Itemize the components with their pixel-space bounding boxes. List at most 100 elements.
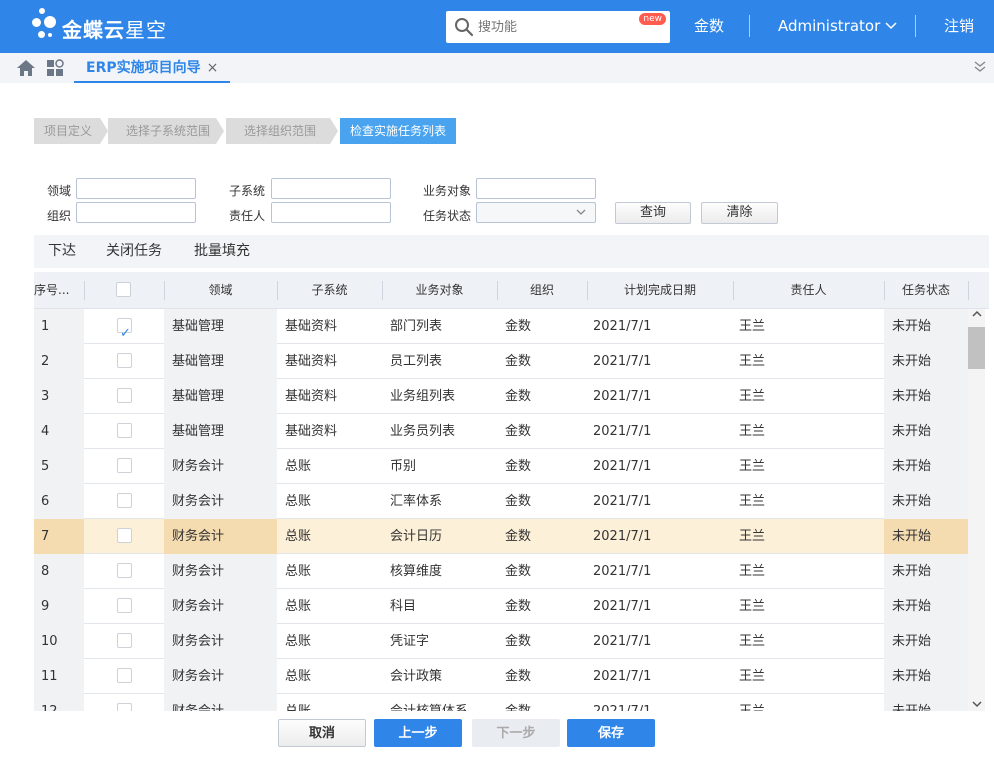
cell-date[interactable]: 2021/7/1 bbox=[587, 344, 733, 379]
cell-date[interactable]: 2021/7/1 bbox=[587, 694, 733, 711]
cell-object[interactable]: 业务组列表 bbox=[382, 379, 497, 414]
col-header-org[interactable]: 组织 bbox=[497, 272, 587, 309]
cell-object[interactable]: 科目 bbox=[382, 589, 497, 624]
cell-domain[interactable]: 财务会计 bbox=[164, 659, 277, 694]
cell-owner[interactable]: 王兰 bbox=[733, 694, 884, 711]
table-row[interactable]: 7 财务会计 总账 会计日历 金数 2021/7/1 王兰 未开始 bbox=[34, 519, 968, 554]
clear-button[interactable]: 清除 bbox=[701, 202, 778, 224]
cell-domain[interactable]: 财务会计 bbox=[164, 449, 277, 484]
issue-button[interactable]: 下达 bbox=[48, 235, 76, 268]
cancel-button[interactable]: 取消 bbox=[278, 719, 366, 747]
cell-status[interactable]: 未开始 bbox=[884, 694, 968, 711]
cell-status[interactable]: 未开始 bbox=[884, 659, 968, 694]
close-tab-icon[interactable]: × bbox=[207, 60, 219, 76]
cell-object[interactable]: 核算维度 bbox=[382, 554, 497, 589]
col-header-no[interactable]: 序号... bbox=[34, 272, 84, 309]
cell-no[interactable]: 10 bbox=[34, 624, 84, 659]
cell-subsystem[interactable]: 总账 bbox=[277, 554, 382, 589]
home-icon[interactable] bbox=[16, 59, 36, 77]
tab-erp-wizard[interactable]: ERP实施项目向导 × bbox=[74, 53, 231, 83]
cell-date[interactable]: 2021/7/1 bbox=[587, 309, 733, 344]
cell-domain[interactable]: 财务会计 bbox=[164, 589, 277, 624]
row-checkbox[interactable] bbox=[117, 598, 132, 613]
row-checkbox[interactable] bbox=[117, 528, 132, 543]
cell-org[interactable]: 金数 bbox=[497, 589, 587, 624]
cell-status[interactable]: 未开始 bbox=[884, 554, 968, 589]
cell-domain[interactable]: 财务会计 bbox=[164, 554, 277, 589]
col-header-subsystem[interactable]: 子系统 bbox=[277, 272, 382, 309]
cell-subsystem[interactable]: 基础资料 bbox=[277, 344, 382, 379]
row-checkbox[interactable] bbox=[117, 563, 132, 578]
cell-org[interactable]: 金数 bbox=[497, 344, 587, 379]
cell-domain[interactable]: 基础管理 bbox=[164, 379, 277, 414]
row-checkbox[interactable] bbox=[117, 388, 132, 403]
cell-domain[interactable]: 财务会计 bbox=[164, 519, 277, 554]
cell-status[interactable]: 未开始 bbox=[884, 519, 968, 554]
user-menu[interactable]: Administrator bbox=[778, 0, 897, 53]
scroll-up-icon[interactable] bbox=[972, 309, 982, 319]
status-select[interactable] bbox=[476, 202, 596, 223]
query-button[interactable]: 查询 bbox=[615, 202, 691, 224]
row-checkbox[interactable] bbox=[117, 633, 132, 648]
cell-date[interactable]: 2021/7/1 bbox=[587, 589, 733, 624]
table-row[interactable]: 11 财务会计 总账 会计政策 金数 2021/7/1 王兰 未开始 bbox=[34, 659, 968, 694]
cell-org[interactable]: 金数 bbox=[497, 624, 587, 659]
cell-subsystem[interactable]: 总账 bbox=[277, 659, 382, 694]
col-header-domain[interactable]: 领域 bbox=[164, 272, 277, 309]
cell-subsystem[interactable]: 总账 bbox=[277, 624, 382, 659]
search-input[interactable] bbox=[478, 17, 628, 37]
cell-domain[interactable]: 基础管理 bbox=[164, 344, 277, 379]
cell-no[interactable]: 3 bbox=[34, 379, 84, 414]
owner-field[interactable] bbox=[271, 202, 391, 223]
cell-date[interactable]: 2021/7/1 bbox=[587, 449, 733, 484]
cell-date[interactable]: 2021/7/1 bbox=[587, 624, 733, 659]
cell-no[interactable]: 1 bbox=[34, 309, 84, 344]
next-step-button[interactable]: 下一步 bbox=[472, 719, 560, 747]
scroll-thumb[interactable] bbox=[968, 327, 985, 369]
cell-owner[interactable]: 王兰 bbox=[733, 309, 884, 344]
cell-subsystem[interactable]: 总账 bbox=[277, 694, 382, 711]
cell-org[interactable]: 金数 bbox=[497, 449, 587, 484]
cell-date[interactable]: 2021/7/1 bbox=[587, 414, 733, 449]
cell-no[interactable]: 4 bbox=[34, 414, 84, 449]
col-header-date[interactable]: 计划完成日期 bbox=[587, 272, 733, 309]
cell-owner[interactable]: 王兰 bbox=[733, 624, 884, 659]
cell-object[interactable]: 会计政策 bbox=[382, 659, 497, 694]
cell-domain[interactable]: 财务会计 bbox=[164, 624, 277, 659]
cell-status[interactable]: 未开始 bbox=[884, 624, 968, 659]
cell-subsystem[interactable]: 总账 bbox=[277, 519, 382, 554]
row-checkbox[interactable] bbox=[117, 353, 132, 368]
cell-org[interactable]: 金数 bbox=[497, 309, 587, 344]
cell-org[interactable]: 金数 bbox=[497, 659, 587, 694]
select-all-checkbox[interactable] bbox=[116, 282, 131, 297]
col-header-select-all[interactable] bbox=[84, 272, 164, 309]
cell-no[interactable]: 9 bbox=[34, 589, 84, 624]
table-row[interactable]: 9 财务会计 总账 科目 金数 2021/7/1 王兰 未开始 bbox=[34, 589, 968, 624]
logout-link[interactable]: 注销 bbox=[944, 0, 974, 53]
table-row[interactable]: 4 基础管理 基础资料 业务员列表 金数 2021/7/1 王兰 未开始 bbox=[34, 414, 968, 449]
step-select-orgs[interactable]: 选择组织范围 bbox=[226, 118, 330, 144]
cell-status[interactable]: 未开始 bbox=[884, 449, 968, 484]
cell-subsystem[interactable]: 基础资料 bbox=[277, 379, 382, 414]
cell-domain[interactable]: 财务会计 bbox=[164, 694, 277, 711]
cell-owner[interactable]: 王兰 bbox=[733, 414, 884, 449]
cell-no[interactable]: 8 bbox=[34, 554, 84, 589]
cell-subsystem[interactable]: 总账 bbox=[277, 484, 382, 519]
cell-no[interactable]: 11 bbox=[34, 659, 84, 694]
org-switcher[interactable]: 金数 bbox=[694, 0, 724, 53]
cell-subsystem[interactable]: 基础资料 bbox=[277, 414, 382, 449]
cell-object[interactable]: 部门列表 bbox=[382, 309, 497, 344]
cell-no[interactable]: 7 bbox=[34, 519, 84, 554]
domain-field[interactable] bbox=[76, 178, 196, 199]
cell-owner[interactable]: 王兰 bbox=[733, 519, 884, 554]
cell-date[interactable]: 2021/7/1 bbox=[587, 379, 733, 414]
table-row[interactable]: 12 财务会计总账会计核算体系金数2021/7/1王兰未开始 bbox=[34, 694, 968, 711]
biz-object-field[interactable] bbox=[476, 178, 596, 199]
table-row[interactable]: 10 财务会计 总账 凭证字 金数 2021/7/1 王兰 未开始 bbox=[34, 624, 968, 659]
apps-icon[interactable] bbox=[46, 59, 64, 77]
previous-step-button[interactable]: 上一步 bbox=[374, 719, 462, 747]
double-chevron-down-icon[interactable] bbox=[974, 60, 986, 77]
cell-object[interactable]: 币别 bbox=[382, 449, 497, 484]
table-row[interactable]: 6 财务会计 总账 汇率体系 金数 2021/7/1 王兰 未开始 bbox=[34, 484, 968, 519]
row-checkbox[interactable]: ✓ bbox=[117, 318, 132, 341]
